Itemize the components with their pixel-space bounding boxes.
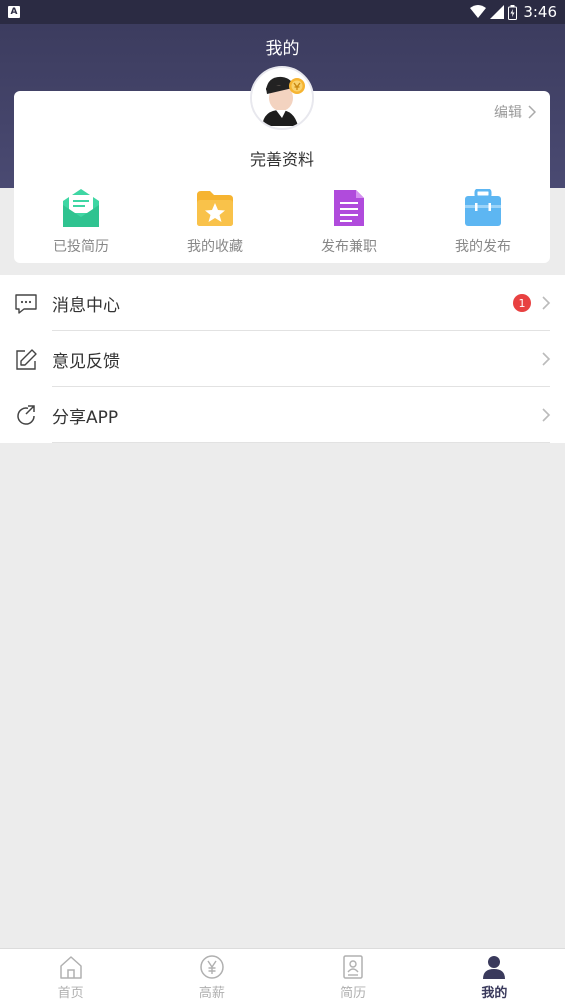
home-icon bbox=[59, 955, 82, 979]
tab-label: 我的 bbox=[481, 985, 508, 1001]
unread-badge: 1 bbox=[513, 294, 531, 312]
edit-icon bbox=[16, 349, 37, 370]
edit-profile-link[interactable]: 编辑 bbox=[494, 102, 536, 122]
tab-high-salary[interactable]: 高薪 bbox=[141, 949, 282, 1005]
tab-label: 高薪 bbox=[198, 985, 225, 1001]
status-time: 3:46 bbox=[523, 3, 557, 21]
quick-action-label: 已投简历 bbox=[53, 239, 109, 255]
divider bbox=[52, 442, 550, 443]
edit-label: 编辑 bbox=[494, 105, 522, 121]
chevron-right-icon bbox=[542, 296, 551, 310]
settings-menu: 消息中心 1 意见反馈 分享APP bbox=[0, 275, 565, 443]
menu-item-label: 意见反馈 bbox=[52, 351, 120, 372]
quick-action-my-posts[interactable]: 我的发布 bbox=[416, 186, 550, 256]
quick-action-label: 发布兼职 bbox=[321, 239, 377, 255]
chevron-right-icon bbox=[542, 408, 551, 422]
avatar[interactable] bbox=[250, 66, 314, 130]
menu-item-label: 分享APP bbox=[52, 407, 119, 428]
briefcase-icon bbox=[461, 186, 505, 229]
share-icon bbox=[17, 405, 35, 425]
signal-icon bbox=[490, 5, 505, 19]
tab-home[interactable]: 首页 bbox=[0, 949, 141, 1005]
envelope-icon bbox=[59, 186, 103, 229]
quick-action-applied-resumes[interactable]: 已投简历 bbox=[14, 186, 148, 256]
chevron-right-icon bbox=[528, 105, 536, 119]
quick-action-label: 我的收藏 bbox=[187, 239, 243, 255]
tab-label: 首页 bbox=[57, 985, 84, 1001]
yen-icon bbox=[200, 954, 224, 979]
status-bar: A 3:46 bbox=[0, 0, 565, 24]
wifi-icon bbox=[470, 5, 487, 18]
menu-item-share-app[interactable]: 分享APP bbox=[0, 387, 565, 443]
tab-label: 简历 bbox=[340, 985, 367, 1001]
quick-actions: 已投简历 我的收藏 发布兼职 我的发布 bbox=[14, 186, 550, 256]
battery-icon bbox=[508, 4, 518, 20]
document-icon bbox=[327, 186, 371, 229]
app-notification-icon: A bbox=[8, 6, 20, 18]
quick-action-post-job[interactable]: 发布兼职 bbox=[282, 186, 416, 256]
menu-item-message-center[interactable]: 消息中心 1 bbox=[0, 275, 565, 331]
bottom-tab-bar: 首页 高薪 简历 我的 bbox=[0, 948, 565, 1005]
page-title: 我的 bbox=[265, 39, 300, 59]
quick-action-favorites[interactable]: 我的收藏 bbox=[148, 186, 282, 256]
chevron-right-icon bbox=[542, 352, 551, 366]
quick-action-label: 我的发布 bbox=[455, 239, 511, 255]
star-folder-icon bbox=[193, 186, 237, 229]
resume-icon bbox=[343, 954, 363, 979]
menu-item-feedback[interactable]: 意见反馈 bbox=[0, 331, 565, 387]
complete-profile-link[interactable]: 完善资料 bbox=[14, 146, 550, 170]
message-icon bbox=[15, 294, 37, 314]
menu-item-label: 消息中心 bbox=[52, 295, 120, 316]
user-icon bbox=[483, 955, 506, 979]
tab-mine[interactable]: 我的 bbox=[424, 949, 565, 1005]
tab-resume[interactable]: 简历 bbox=[283, 949, 424, 1005]
